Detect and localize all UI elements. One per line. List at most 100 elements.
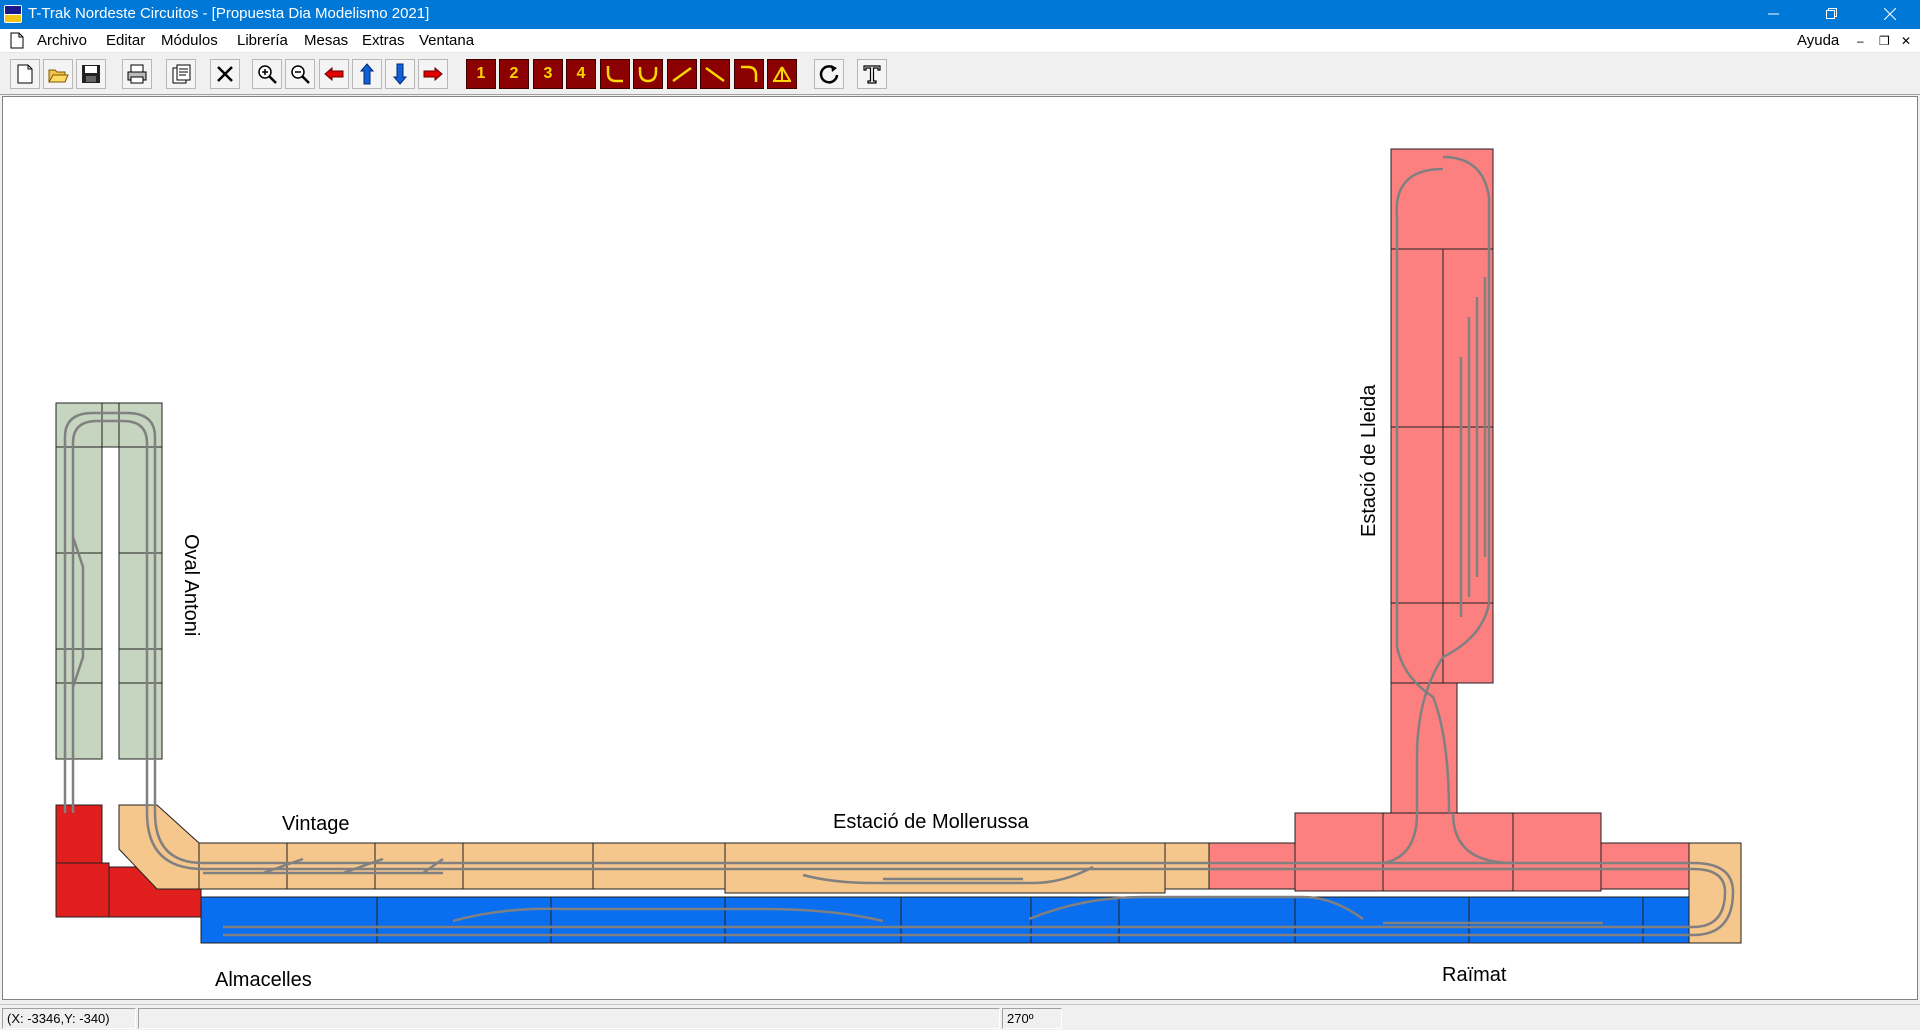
- rotate-icon: [819, 65, 839, 84]
- menu-archivo[interactable]: Archivo: [37, 32, 87, 49]
- delete-icon: [217, 66, 233, 82]
- module-lleida[interactable]: [1390, 248, 1444, 428]
- turntable-button[interactable]: [767, 59, 797, 89]
- minimize-button[interactable]: [1745, 0, 1803, 29]
- curve-corner-2-icon: [741, 65, 758, 82]
- move-right-button[interactable]: [418, 59, 448, 89]
- properties-icon: [172, 64, 191, 84]
- move-left-icon: [324, 66, 344, 82]
- menu-editar[interactable]: Editar: [106, 32, 145, 49]
- close-button[interactable]: [1861, 0, 1919, 29]
- window-title: T-Trak Nordeste Circuitos - [Propuesta D…: [28, 5, 430, 22]
- label-lleida: Estació de Lleida: [1358, 384, 1380, 537]
- module-lleida-end[interactable]: [1390, 148, 1494, 250]
- module-straight[interactable]: [1164, 842, 1210, 890]
- move-left-button[interactable]: [319, 59, 349, 89]
- label-oval-antoni: Oval Antoni: [180, 534, 202, 636]
- module-4-button[interactable]: 4: [566, 59, 596, 89]
- curve-corner-icon: [606, 66, 623, 83]
- module-2-button[interactable]: 2: [499, 59, 529, 89]
- diagonal-right-button[interactable]: [667, 59, 697, 89]
- minimize-icon: [1768, 13, 1779, 15]
- label-raimat: Raïmat: [1442, 964, 1507, 986]
- module-raimat[interactable]: [1512, 812, 1602, 892]
- move-right-icon: [423, 66, 443, 82]
- save-icon: [82, 65, 100, 83]
- text-tool-button[interactable]: [857, 59, 887, 89]
- menu-modulos[interactable]: Módulos: [161, 32, 218, 49]
- module-4-icon: 4: [576, 65, 586, 82]
- module-straight[interactable]: [462, 842, 594, 890]
- diagonal-left-button[interactable]: [700, 59, 730, 89]
- print-button[interactable]: [122, 59, 152, 89]
- title-bar: T-Trak Nordeste Circuitos - [Propuesta D…: [0, 0, 1920, 29]
- module-oval[interactable]: [101, 402, 120, 448]
- new-document-icon: [17, 64, 33, 84]
- module-straight[interactable]: [198, 842, 288, 890]
- zoom-out-button[interactable]: [285, 59, 315, 89]
- status-coordinates: (X: -3346,Y: -340): [2, 1008, 136, 1029]
- restore-icon: [1826, 8, 1837, 19]
- move-down-icon: [392, 63, 408, 85]
- label-almacelles: Almacelles: [215, 969, 312, 991]
- move-up-icon: [359, 63, 375, 85]
- mdi-close-button[interactable]: ✕: [1901, 34, 1911, 48]
- status-angle: 270º: [1002, 1008, 1062, 1029]
- menu-mesas[interactable]: Mesas: [304, 32, 348, 49]
- module-oval[interactable]: [55, 552, 103, 650]
- zoom-in-button[interactable]: [252, 59, 282, 89]
- properties-button[interactable]: [166, 59, 196, 89]
- document-icon: [10, 32, 24, 49]
- curve-corner-button[interactable]: [600, 59, 630, 89]
- menu-ventana[interactable]: Ventana: [419, 32, 474, 49]
- status-message: [138, 1008, 1000, 1029]
- delete-button[interactable]: [210, 59, 240, 89]
- module-1-icon: 1: [476, 65, 486, 82]
- save-button[interactable]: [76, 59, 106, 89]
- print-icon: [127, 64, 147, 84]
- menu-ayuda[interactable]: Ayuda: [1797, 32, 1839, 49]
- toolbar: 1 2 3 4: [0, 53, 1920, 95]
- module-oval[interactable]: [55, 682, 103, 760]
- module-raimat[interactable]: [1208, 842, 1296, 890]
- status-bar: (X: -3346,Y: -340) 270º: [0, 1004, 1920, 1030]
- menu-extras[interactable]: Extras: [362, 32, 405, 49]
- rotate-button[interactable]: [814, 59, 844, 89]
- close-icon: [1884, 8, 1896, 20]
- curve-corner-2-button[interactable]: [734, 59, 764, 89]
- layout-canvas[interactable]: Oval Antoni Vintage Estació de Molleruss…: [2, 96, 1918, 1000]
- open-button[interactable]: [43, 59, 73, 89]
- module-oval[interactable]: [55, 446, 103, 554]
- zoom-out-icon: [291, 65, 310, 84]
- menu-bar: Archivo Editar Módulos Librería Mesas Ex…: [0, 29, 1920, 53]
- label-vintage: Vintage: [282, 813, 349, 835]
- menu-libreria[interactable]: Librería: [237, 32, 288, 49]
- text-tool-icon: [863, 65, 881, 84]
- new-button[interactable]: [10, 59, 40, 89]
- module-1-button[interactable]: 1: [466, 59, 496, 89]
- module-3-button[interactable]: 3: [533, 59, 563, 89]
- module-raimat[interactable]: [1600, 842, 1690, 890]
- module-3-icon: 3: [543, 65, 553, 82]
- module-straight[interactable]: [592, 842, 726, 890]
- module-2-icon: 2: [509, 65, 519, 82]
- module-lleida[interactable]: [1390, 426, 1444, 604]
- move-down-button[interactable]: [385, 59, 415, 89]
- module-raimat-junction[interactable]: [1382, 812, 1514, 892]
- mdi-minimize-button[interactable]: –: [1857, 34, 1864, 48]
- mdi-restore-button[interactable]: ❐: [1879, 34, 1890, 48]
- diagonal-right-icon: [672, 66, 692, 83]
- zoom-in-icon: [258, 65, 277, 84]
- curve-u-button[interactable]: [633, 59, 663, 89]
- move-up-button[interactable]: [352, 59, 382, 89]
- turntable-icon: [773, 66, 791, 82]
- restore-button[interactable]: [1803, 0, 1861, 29]
- module-raimat[interactable]: [1294, 812, 1384, 892]
- module-almacelles-corner[interactable]: [55, 862, 110, 918]
- open-folder-icon: [48, 69, 69, 83]
- app-icon[interactable]: [4, 5, 22, 23]
- label-mollerussa: Estació de Mollerussa: [833, 811, 1030, 833]
- curve-u-icon: [638, 67, 658, 83]
- layout-drawing[interactable]: Oval Antoni Vintage Estació de Molleruss…: [3, 97, 1917, 999]
- module-straight[interactable]: [374, 842, 464, 890]
